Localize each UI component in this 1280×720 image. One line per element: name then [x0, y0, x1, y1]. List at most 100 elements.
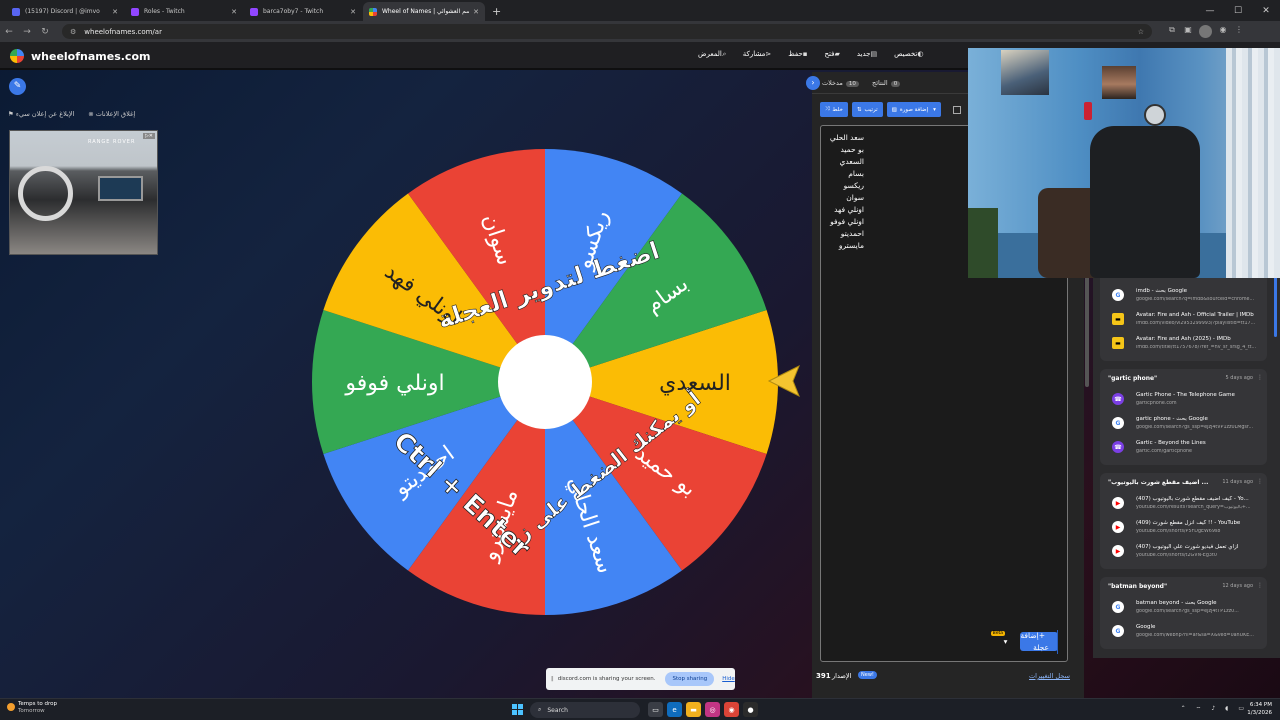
gaming-chair-image	[1090, 126, 1200, 278]
tab-entries[interactable]: مدخلات 10	[822, 79, 859, 87]
wheel-center[interactable]	[498, 335, 592, 429]
menu-item-share[interactable]: ⋖مشاركة	[743, 50, 774, 59]
instagram-icon[interactable]: ◎	[705, 702, 720, 717]
close-icon[interactable]: ✕	[473, 8, 479, 16]
shuffle-button[interactable]: ⤨ خلط	[820, 102, 848, 117]
app-icon[interactable]: ●	[743, 702, 758, 717]
history-item[interactable]: ▶ (407) كيف اضيف مقطع شورت باليوتيوب - Y…	[1100, 491, 1267, 515]
close-ads-link[interactable]: ⊗ إغلاق الإعلانات	[88, 110, 135, 118]
browser-tab-active[interactable]: Wheel of Names | ‏اسم العشوائي ✕	[363, 2, 485, 21]
collapse-panel-button[interactable]: ›	[806, 76, 820, 90]
history-item[interactable]: ▬ Avatar: Fire and Ash - Official Traile…	[1100, 307, 1267, 331]
history-item-url: garticphone.com	[1136, 401, 1177, 406]
profile-icon[interactable]: ◉	[1215, 25, 1231, 39]
history-group-header[interactable]: "اضيف مقطع شورت باليوتيوب ... 11 days ag…	[1100, 473, 1267, 491]
history-item-title: Avatar: Fire and Ash - Official Trailer …	[1136, 312, 1254, 318]
url-input[interactable]: ⚙ wheelofnames.com/ar ☆	[62, 24, 1152, 39]
changelog-link[interactable]: سجل التغييرات	[1029, 672, 1070, 680]
menu-item-open[interactable]: ▰فتح	[824, 50, 842, 59]
chevron-up-icon[interactable]: ⌃	[1181, 705, 1186, 713]
history-item[interactable]: ▶ (409) كيف انزل مقطع شورت !! - YouTube …	[1100, 515, 1267, 539]
history-group[interactable]: "اضيف مقطع شورت باليوتيوب ... 11 days ag…	[1100, 473, 1267, 569]
more-options-icon[interactable]: ⋮	[1257, 478, 1263, 485]
chevron-down-icon[interactable]: ▾	[999, 636, 1013, 648]
battery-icon[interactable]: ▭	[1238, 705, 1244, 713]
add-wheel-button[interactable]: +إضافة عجلة ▾	[1004, 629, 1058, 654]
more-options-icon[interactable]: ⋮	[1257, 582, 1263, 589]
history-group[interactable]: "gartic phone" 5 days ago ⋮ ☎ Gartic Phon…	[1100, 369, 1267, 465]
avatar[interactable]	[1199, 25, 1212, 38]
close-window-icon[interactable]: ✕	[1252, 0, 1280, 21]
back-icon[interactable]: ←	[0, 27, 18, 37]
taskbar-clock[interactable]: 6:34 PM 1/3/2026	[1247, 701, 1272, 717]
reload-icon[interactable]: ↻	[36, 27, 54, 37]
menu-dots-icon[interactable]: ⋮	[1231, 25, 1247, 39]
add-wheel-main[interactable]: +إضافة عجلة	[1012, 629, 1058, 654]
new-tab-button[interactable]: +	[492, 2, 501, 21]
volume-icon[interactable]: ◖	[1225, 705, 1228, 713]
browser-tab[interactable]: barca7oby7 - Twitch ✕	[244, 2, 362, 21]
file-explorer-icon[interactable]: ▬	[686, 702, 701, 717]
history-query: "gartic phone"	[1108, 375, 1158, 382]
network-icon[interactable]: ⌔	[1196, 705, 1202, 713]
close-icon[interactable]: ✕	[112, 8, 118, 16]
more-options-icon[interactable]: ⋮	[1257, 374, 1263, 381]
tab-results[interactable]: النتائج 0	[872, 79, 901, 87]
task-view-icon[interactable]: ▭	[648, 702, 663, 717]
edit-pencil-button[interactable]: ✎	[9, 78, 26, 95]
sidebar-icon[interactable]: ▣	[1180, 25, 1196, 39]
maximize-icon[interactable]: ☐	[1224, 0, 1252, 21]
history-item[interactable]: ☎ Gartic Phone - The Telephone Game gart…	[1100, 387, 1267, 411]
ad-choice-icon[interactable]: ▷✕	[142, 133, 155, 139]
chrome-icon[interactable]: ◉	[724, 702, 739, 717]
sort-button[interactable]: ⇅ ترتيب	[851, 102, 883, 117]
stop-sharing-button[interactable]: Stop sharing	[665, 672, 715, 686]
menu-item-customize[interactable]: ◐تخصيص	[894, 50, 926, 59]
menu-item-save[interactable]: ▪حفظ	[788, 50, 810, 59]
site-name[interactable]: wheelofnames.com	[31, 50, 150, 63]
youtube-icon: ▶	[1112, 545, 1124, 557]
windows-start-icon[interactable]	[512, 704, 523, 715]
close-icon[interactable]: ✕	[350, 8, 356, 16]
menu-item-gallery[interactable]: ⌕المعرض	[698, 50, 729, 59]
ad-links: ⚑ الإبلاغ عن إعلان سيء ⊗ إغلاق الإعلانات	[8, 110, 149, 118]
search-label: Search	[547, 706, 568, 714]
history-item[interactable]: G Google google.com/webhp?hl=ar&sa=X&ved…	[1100, 619, 1267, 643]
taskbar-search[interactable]: ⌕ Search	[530, 702, 640, 718]
history-item[interactable]: ▶ (407) ازاي تعمل فيديو شورت علي اليوتيو…	[1100, 539, 1267, 563]
tab-title: Wheel of Names | ‏اسم العشوائي	[382, 8, 469, 15]
history-item-title: (407) ازاي تعمل فيديو شورت علي اليوتيوب	[1136, 544, 1239, 550]
browser-tab[interactable]: (15197) Discord | @imvo ✕	[6, 2, 124, 21]
minimize-icon[interactable]: —	[1196, 0, 1224, 21]
forward-icon[interactable]: →	[18, 27, 36, 37]
extensions-icon[interactable]: ⧉	[1164, 25, 1180, 39]
history-item[interactable]: G imdb - بحث Google google.com/search?q=…	[1100, 283, 1267, 307]
add-image-button[interactable]: ▨ إضافة صورة ▾	[886, 102, 941, 117]
wheel-logo-icon[interactable]	[10, 49, 24, 63]
ad-banner[interactable]: RANGE ROVER ▷✕	[9, 130, 158, 255]
bookmark-star-icon[interactable]: ☆	[1138, 28, 1144, 36]
mic-icon[interactable]: ♪	[1211, 705, 1215, 713]
history-item[interactable]: G gartic phone - بحث Google google.com/s…	[1100, 411, 1267, 435]
drag-handle-icon[interactable]: ‖	[551, 676, 554, 682]
shuffle-icon: ⤨	[825, 106, 830, 112]
weather-widget[interactable]: Temps to drop Tomorrow	[7, 701, 57, 714]
name-wheel[interactable]: السعدي بو حميد سعد الحلي مايسترو احمديتو اونل…	[308, 145, 782, 619]
history-item[interactable]: ☎ Gartic - Beyond the Lines gartic.com/g…	[1100, 435, 1267, 459]
hide-button[interactable]: Hide	[722, 676, 735, 682]
edge-icon[interactable]: e	[667, 702, 682, 717]
history-item[interactable]: G batman beyond - بحث Google google.com/…	[1100, 595, 1267, 619]
history-item[interactable]: ▬ Avatar: Fire and Ash (2025) - IMDb imd…	[1100, 331, 1267, 355]
site-info-icon[interactable]: ⚙	[70, 28, 76, 36]
history-group-header[interactable]: "gartic phone" 5 days ago ⋮	[1100, 369, 1267, 387]
window-controls: — ☐ ✕	[1196, 0, 1280, 21]
wheel-svg[interactable]: السعديبو حميدسعد الحليمايسترواحمديتواونل…	[308, 145, 782, 619]
menu-item-new[interactable]: ▤جديد	[857, 50, 880, 59]
browser-tab[interactable]: Roles - Twitch ✕	[125, 2, 243, 21]
report-ad-link[interactable]: ⚑ الإبلاغ عن إعلان سيء	[8, 110, 74, 118]
close-icon[interactable]: ✕	[231, 8, 237, 16]
history-group[interactable]: "batman beyond" 12 days ago ⋮ G batman be…	[1100, 577, 1267, 649]
address-bar-row: ← → ↻ ⚙ wheelofnames.com/ar ☆ ⧉ ▣ ◉ ⋮	[0, 21, 1280, 42]
advanced-checkbox[interactable]	[952, 106, 961, 114]
history-group-header[interactable]: "batman beyond" 12 days ago ⋮	[1100, 577, 1267, 595]
